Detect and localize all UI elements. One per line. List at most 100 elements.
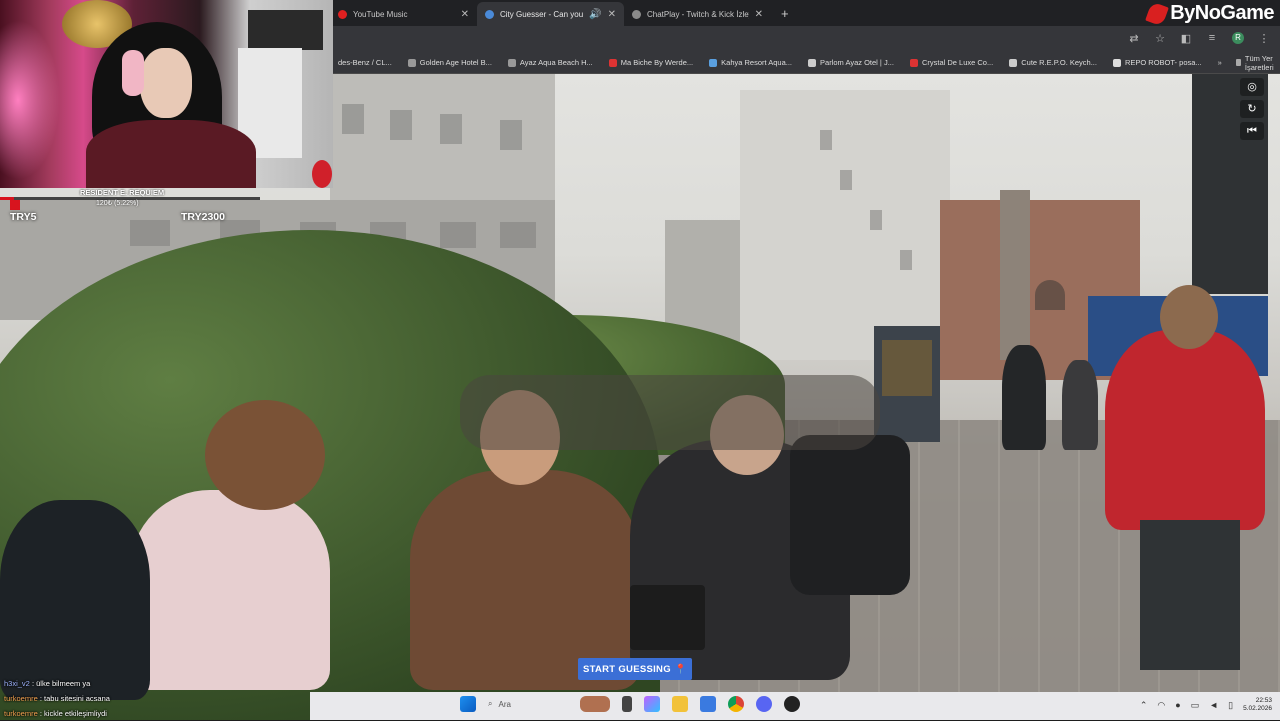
wifi-icon[interactable]: ◠: [1157, 700, 1165, 711]
start-guessing-label: START GUESSING: [582, 663, 671, 675]
windows-taskbar: ⌕ Ara ⌃ ◠ ● ▭ ◄ ▯ 22:53 5.02.2026: [310, 692, 1280, 720]
taskbar-search[interactable]: ⌕ Ara: [488, 699, 568, 709]
chat-username: h3xi_v2: [4, 679, 30, 688]
obs-icon[interactable]: [784, 696, 800, 712]
headset-icon: [122, 50, 144, 96]
close-tab-icon[interactable]: ✕: [755, 9, 763, 20]
bookmark-star-icon[interactable]: ☆: [1154, 32, 1166, 45]
search-icon: ⌕: [488, 699, 493, 708]
taskbar-clock[interactable]: 22:53 5.02.2026: [1243, 697, 1272, 713]
bookmark-label: des-Benz / CL...: [338, 58, 392, 67]
bookmark-item[interactable]: Golden Age Hotel B...: [400, 58, 500, 67]
bookmark-item[interactable]: REPO ROBOT- posa...: [1105, 58, 1210, 67]
brand-name: ByNoGame: [1170, 2, 1274, 24]
bookmark-label: REPO ROBOT- posa...: [1124, 58, 1202, 67]
bookmark-label: Parlom Ayaz Otel | J...: [820, 58, 894, 67]
bookmark-item[interactable]: Cute R.E.P.O. Keych...: [1001, 58, 1105, 67]
display-icon[interactable]: ▭: [1191, 700, 1200, 711]
person-walker-1: [1002, 345, 1046, 450]
person-woman-red-head: [1160, 285, 1218, 349]
menu-icon[interactable]: ⋮: [1258, 32, 1270, 45]
address-bar-actions: ⇄ ☆ ◧ ≡ R ⋮: [1128, 32, 1270, 45]
widgets-icon[interactable]: [580, 696, 610, 712]
person-woman-red-legs: [1140, 520, 1240, 670]
extensions-icon[interactable]: ◧: [1180, 32, 1192, 45]
windows-start-icon[interactable]: [460, 696, 476, 712]
person-woman-red-coat: [1105, 330, 1265, 530]
address-bar: ⇄ ☆ ◧ ≡ R ⋮: [330, 26, 1280, 52]
streamer-body: [86, 120, 256, 188]
profile-avatar[interactable]: R: [1232, 32, 1244, 44]
clock-time: 22:53: [1255, 697, 1272, 704]
bookmark-item[interactable]: Crystal De Luxe Co...: [902, 58, 1001, 67]
person-walker-2: [1062, 360, 1098, 450]
more-bookmarks-button[interactable]: »: [1210, 58, 1230, 67]
person-man-brown-jacket: [410, 470, 640, 690]
translate-icon[interactable]: ⇄: [1128, 32, 1140, 45]
close-tab-icon[interactable]: ✕: [608, 9, 616, 20]
rgb-light: [312, 160, 332, 188]
chat-text: kickle etkileşimliydi: [44, 709, 107, 718]
rotate-icon[interactable]: ↻: [1240, 100, 1264, 118]
file-explorer-icon[interactable]: [672, 696, 688, 712]
tab-youtube-music[interactable]: YouTube Music ✕: [330, 2, 477, 26]
bookmark-item[interactable]: Ayaz Aqua Beach H...: [500, 58, 601, 67]
bookmark-label: Cute R.E.P.O. Keych...: [1021, 58, 1097, 67]
battery-icon[interactable]: ▯: [1228, 700, 1233, 711]
chat-message: turkoemre : tabu sitesini acsana: [4, 694, 110, 703]
browser-tab-bar: YouTube Music ✕ City Guesser - Can you g…: [330, 0, 1280, 26]
goal-title: RESIDENT E. REQUIEM: [80, 188, 165, 197]
tab-title: City Guesser - Can you gue: [500, 9, 584, 19]
rewind-icon[interactable]: ⏮: [1240, 122, 1264, 140]
chat-message: h3xi_v2 : ülke bilmeem ya: [4, 679, 91, 688]
start-guessing-button[interactable]: START GUESSING 📍: [578, 658, 692, 680]
bookmark-favicon-icon: [808, 58, 817, 67]
tab-city-guesser[interactable]: City Guesser - Can you gue 🔊 ✕: [477, 2, 624, 26]
chat-username: turkoemre: [4, 709, 38, 718]
streamer-face: [140, 48, 192, 118]
tab-title: YouTube Music: [353, 9, 408, 19]
chat-text: ülke bilmeem ya: [36, 679, 91, 688]
volume-icon[interactable]: ◄: [1209, 700, 1218, 710]
chat-message: turkoemre : kickle etkileşimliydi: [4, 709, 107, 718]
copilot-icon[interactable]: [644, 696, 660, 712]
bookmark-favicon-icon: [507, 58, 516, 67]
new-tab-button[interactable]: +: [781, 6, 789, 21]
mic-icon[interactable]: ●: [1175, 700, 1180, 710]
bookmark-label: Golden Age Hotel B...: [419, 58, 492, 67]
store-icon[interactable]: [700, 696, 716, 712]
bynogame-logo-icon: [1145, 1, 1170, 26]
stroller: [790, 435, 910, 595]
tab-chatplay[interactable]: ChatPlay - Twitch & Kick İzleyic ✕: [624, 2, 771, 26]
bookmark-favicon-icon: [909, 58, 918, 67]
goal-max-label: TRY2300: [181, 211, 225, 223]
target-icon[interactable]: ◎: [1240, 78, 1264, 96]
info-kiosk: [874, 326, 940, 442]
speaker-icon[interactable]: 🔊: [589, 9, 601, 20]
bookmark-item[interactable]: des-Benz / CL...: [330, 58, 400, 67]
close-tab-icon[interactable]: ✕: [461, 9, 469, 20]
person-woman-pink-head: [205, 400, 325, 510]
chrome-icon[interactable]: [728, 696, 744, 712]
map-pin-icon: 📍: [674, 663, 688, 675]
bookmark-label: Ayaz Aqua Beach H...: [519, 58, 593, 67]
tray-overflow-icon[interactable]: ⌃: [1140, 700, 1148, 711]
bookmarks-bar: des-Benz / CL... Golden Age Hotel B... A…: [330, 52, 1280, 74]
bookmark-favicon-icon: [1112, 58, 1121, 67]
youtube-music-icon: [338, 9, 347, 19]
donation-goal-widget: RESIDENT E. REQUIEM 120₺ (5.22%) TRY5 TR…: [0, 186, 260, 230]
neon-light: [0, 20, 60, 180]
goal-min-label: TRY5: [10, 211, 37, 223]
bookmark-item[interactable]: Parlom Ayaz Otel | J...: [800, 58, 902, 67]
system-tray: ⌃ ◠ ● ▭ ◄ ▯ 22:53 5.02.2026: [1140, 697, 1272, 713]
all-bookmarks-button[interactable]: Tüm Yer İşaretleri: [1230, 54, 1280, 72]
city-guesser-icon: [485, 9, 494, 19]
goal-progress-text: 120₺ (5.22%): [96, 200, 139, 207]
bookmark-favicon-icon: [407, 58, 416, 67]
bookmark-item[interactable]: Ma Biche By Werde...: [601, 58, 701, 67]
bookmark-item[interactable]: Kahya Resort Aqua...: [701, 58, 800, 67]
person-dark-left: [0, 500, 150, 700]
task-view-icon[interactable]: [622, 696, 632, 712]
discord-icon[interactable]: [756, 696, 772, 712]
media-controls-icon[interactable]: ≡: [1206, 32, 1218, 45]
